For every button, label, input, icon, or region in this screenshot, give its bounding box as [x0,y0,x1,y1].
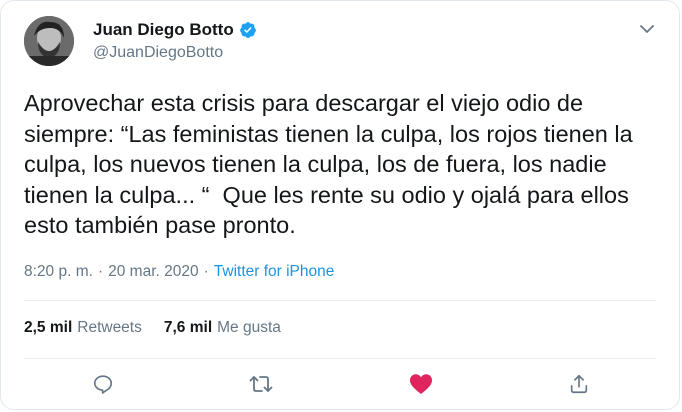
tweet-source-link[interactable]: Twitter for iPhone [214,263,335,281]
tweet-meta: 8:20 p. m. · 20 mar. 2020 · Twitter for … [24,263,334,281]
heart-icon[interactable] [406,369,436,399]
retweets-count: 2,5 mil [24,319,73,336]
retweets-stat[interactable]: 2,5 mil Retweets [24,319,142,337]
tweet-card: Juan Diego Botto @JuanDiegoBotto Aprovec… [0,0,680,410]
user-handle[interactable]: @JuanDiegoBotto [93,44,257,62]
meta-separator: · [203,263,209,280]
tweet-stats: 2,5 mil Retweets 7,6 mil Me gusta [24,319,281,337]
display-name[interactable]: Juan Diego Botto [93,20,234,40]
avatar[interactable] [24,16,74,66]
retweet-icon[interactable] [246,369,276,399]
divider [24,300,656,301]
tweet-text: Aprovechar esta crisis para descargar el… [24,90,640,238]
meta-separator: · [97,263,104,280]
likes-stat[interactable]: 7,6 mil Me gusta [164,319,281,337]
retweets-label: Retweets [77,319,142,336]
chevron-down-icon[interactable] [637,19,657,39]
avatar-photo [24,16,74,66]
likes-label: Me gusta [217,319,281,336]
share-icon[interactable] [564,369,594,399]
action-bar [86,369,596,399]
divider [24,358,656,359]
reply-icon[interactable] [88,369,118,399]
tweet-time[interactable]: 8:20 p. m. [24,263,93,281]
likes-count: 7,6 mil [163,319,213,336]
tweet-date[interactable]: 20 mar. 2020 [108,263,198,281]
author-info: Juan Diego Botto @JuanDiegoBotto [93,20,257,62]
verified-badge-icon [239,21,257,39]
